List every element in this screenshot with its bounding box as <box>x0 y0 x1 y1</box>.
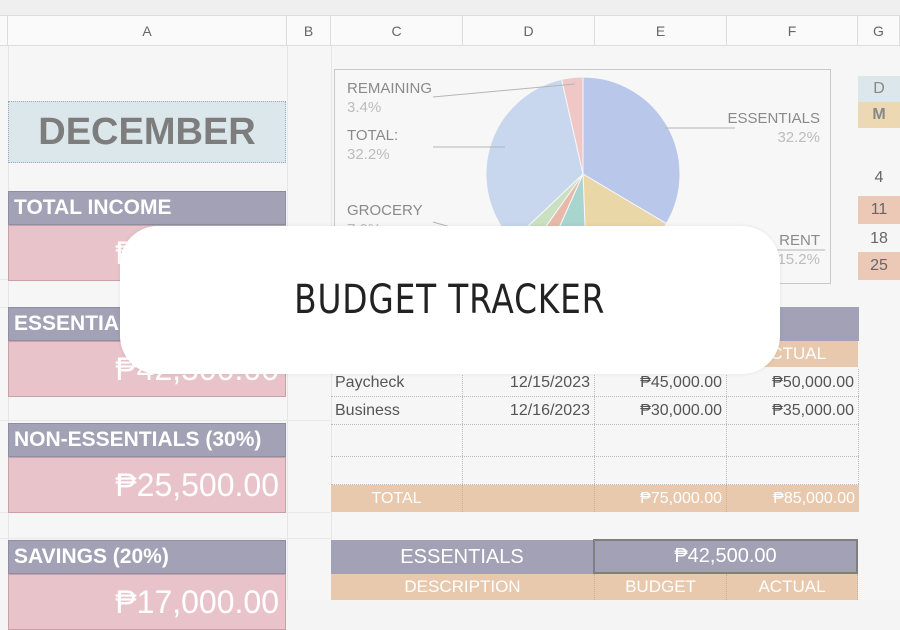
column-header-c[interactable]: C <box>331 15 463 46</box>
income-total-row[interactable]: TOTAL ₱75,000.00 ₱85,000.00 <box>331 485 859 512</box>
row-description[interactable]: Business <box>331 397 463 424</box>
row-description[interactable] <box>331 457 463 484</box>
column-header-b[interactable]: B <box>287 15 331 46</box>
row-date[interactable] <box>463 425 595 456</box>
column-header-e[interactable]: E <box>595 15 727 46</box>
grid-line <box>0 538 330 539</box>
row-actual[interactable] <box>727 425 859 456</box>
column-header-a[interactable]: A <box>8 15 287 46</box>
row-actual[interactable] <box>727 457 859 484</box>
table-row[interactable] <box>331 425 859 457</box>
pie-label-total-pct: 32.2% <box>347 146 390 163</box>
essentials-table-header[interactable]: ESSENTIALS <box>331 540 593 574</box>
pie-label-rent-pct: 15.2% <box>777 251 820 268</box>
total-income-header[interactable]: TOTAL INCOME <box>8 191 286 225</box>
table-row[interactable]: Business 12/16/2023 ₱30,000.00 ₱35,000.0… <box>331 397 859 425</box>
essentials-description-header[interactable]: DESCRIPTION <box>331 574 595 600</box>
row-actual[interactable]: ₱35,000.00 <box>727 397 859 424</box>
overlay-title: BUDGET TRACKER <box>294 277 606 323</box>
row-budget[interactable] <box>595 457 727 484</box>
row-description[interactable] <box>331 425 463 456</box>
calendar-day[interactable]: 25 <box>858 252 900 280</box>
total-budget[interactable]: ₱75,000.00 <box>595 485 727 512</box>
pie-label-grocery-name: GROCERY <box>347 202 423 219</box>
grid-line <box>0 420 330 421</box>
savings-header[interactable]: SAVINGS (20%) <box>8 540 286 574</box>
total-actual[interactable]: ₱85,000.00 <box>727 485 859 512</box>
essentials-table-value[interactable]: ₱42,500.00 <box>593 539 858 574</box>
pie-label-remaining-name: REMAINING <box>347 80 433 97</box>
row-date[interactable] <box>463 457 595 484</box>
pie-label-rent: RENT 15.2% <box>777 231 820 269</box>
row-header-corner[interactable] <box>0 15 8 46</box>
row-date[interactable]: 12/16/2023 <box>463 397 595 424</box>
month-title[interactable]: DECEMBER <box>8 101 286 163</box>
toolbar-strip <box>0 0 900 16</box>
table-row[interactable] <box>331 457 859 485</box>
savings-value[interactable]: ₱17,000.00 <box>8 574 286 630</box>
row-budget[interactable]: ₱30,000.00 <box>595 397 727 424</box>
pie-label-essentials-name: ESSENTIALS <box>727 110 820 127</box>
column-header-d[interactable]: D <box>463 15 595 46</box>
calendar-header[interactable]: D <box>858 76 900 102</box>
calendar-day-header[interactable]: M <box>858 102 900 128</box>
pie-label-remaining-pct: 3.4% <box>347 99 382 116</box>
pie-label-total-name: TOTAL: <box>347 127 399 144</box>
pie-label-essentials-pct: 32.2% <box>777 129 820 146</box>
column-header-g[interactable]: G <box>858 15 900 46</box>
essentials-actual-header[interactable]: ACTUAL <box>727 574 858 600</box>
pie-label-essentials: ESSENTIALS 32.2% <box>727 109 820 147</box>
row-budget[interactable] <box>595 425 727 456</box>
calendar-day[interactable]: 4 <box>858 165 900 191</box>
non-essentials-value[interactable]: ₱25,500.00 <box>8 457 286 513</box>
non-essentials-header[interactable]: NON-ESSENTIALS (30%) <box>8 423 286 457</box>
spreadsheet: A B C D E F G DECEMBER TOTAL INCOME ₱85,… <box>0 0 900 630</box>
pie-label-remaining: REMAINING 3.4% <box>347 79 432 117</box>
essentials-budget-header[interactable]: BUDGET <box>595 574 727 600</box>
title-overlay: BUDGET TRACKER <box>120 226 780 374</box>
total-label[interactable]: TOTAL <box>331 485 463 512</box>
pie-label-total: TOTAL: 32.2% <box>347 126 398 164</box>
calendar-day[interactable]: 18 <box>858 226 900 252</box>
total-date[interactable] <box>463 485 595 512</box>
column-header-f[interactable]: F <box>727 15 858 46</box>
calendar-day[interactable]: 11 <box>858 196 900 224</box>
pie-label-rent-name: RENT <box>779 232 820 249</box>
